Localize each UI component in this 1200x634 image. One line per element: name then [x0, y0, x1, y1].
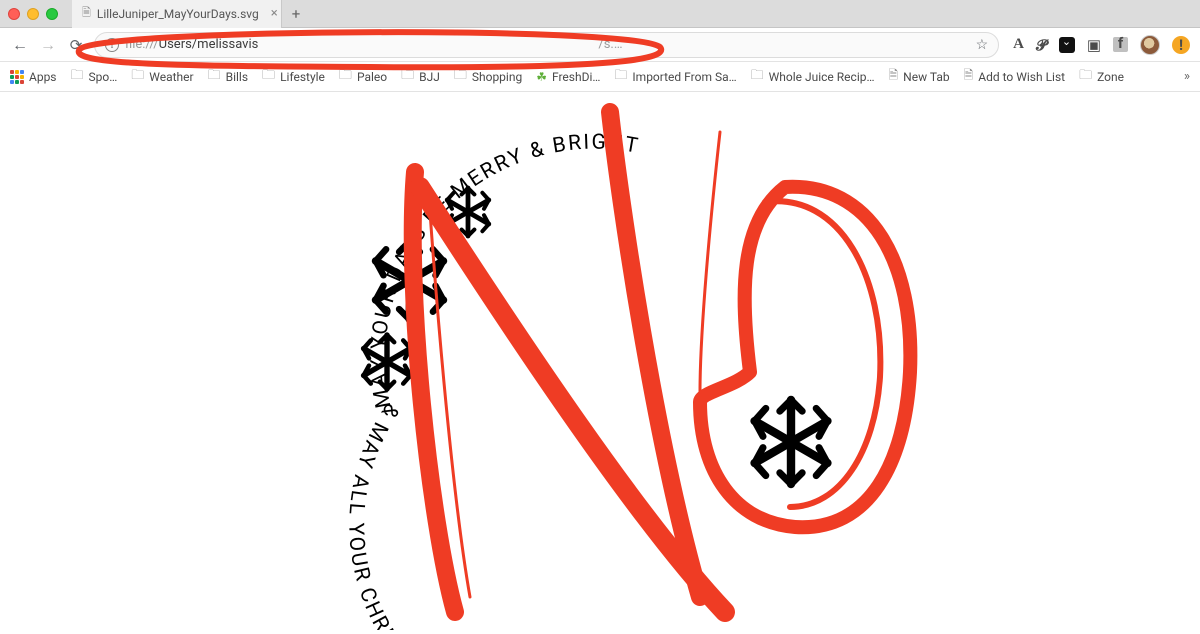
- apps-button[interactable]: Apps: [10, 70, 57, 84]
- tab-title: LilleJuniper_MayYourDays.svg: [97, 7, 259, 21]
- bookmark-item[interactable]: 🗀Imported From Sa…: [614, 66, 736, 88]
- svg-document: MAY YOUR DAYS BE MERRY & BRIGHT & MAY AL…: [0, 92, 1200, 630]
- bookmark-item[interactable]: ☘FreshDi…: [536, 70, 600, 84]
- snowflake-icon: [755, 400, 828, 484]
- bookmarks-bar: Apps 🗀Spo… 🗀Weather 🗀Bills 🗀Lifestyle 🗀P…: [0, 62, 1200, 92]
- bookmark-item[interactable]: 🗀Paleo: [339, 66, 387, 88]
- forward-button[interactable]: →: [38, 35, 58, 55]
- folder-icon: 🗀: [71, 66, 84, 88]
- minimize-window-button[interactable]: [27, 8, 39, 20]
- bookmark-item[interactable]: 🗀Zone: [1079, 66, 1124, 88]
- bookmark-item[interactable]: 🗀Shopping: [454, 66, 522, 88]
- leaf-icon: ☘: [536, 70, 547, 84]
- close-window-button[interactable]: [8, 8, 20, 20]
- reload-button[interactable]: ⟳: [66, 36, 86, 54]
- bookmark-item[interactable]: 🗀Bills: [208, 66, 248, 88]
- facebook-icon[interactable]: f: [1113, 37, 1128, 52]
- extension-icons: A 𝓟 ▣ f !: [1007, 35, 1190, 55]
- page-icon: 🗎: [889, 66, 899, 87]
- folder-icon: 🗀: [751, 66, 764, 88]
- profile-avatar[interactable]: [1140, 35, 1160, 55]
- window-titlebar: 🗎 LilleJuniper_MayYourDays.svg × +: [0, 0, 1200, 28]
- pinterest-icon[interactable]: 𝓟: [1036, 36, 1047, 54]
- address-bar[interactable]: i file:///Users/melissavis/s.… ☆: [94, 32, 999, 58]
- bookmarks-overflow-chevron-icon[interactable]: »: [1184, 69, 1190, 84]
- camera-icon[interactable]: ▣: [1087, 36, 1101, 54]
- traffic-lights: [8, 8, 58, 20]
- browser-tab[interactable]: 🗎 LilleJuniper_MayYourDays.svg ×: [72, 0, 282, 28]
- apps-grid-icon: [10, 70, 24, 84]
- pocket-icon[interactable]: [1059, 37, 1075, 53]
- alert-badge-icon[interactable]: !: [1172, 36, 1190, 54]
- bookmark-item[interactable]: 🗀Weather: [131, 66, 193, 88]
- folder-icon: 🗀: [262, 66, 275, 88]
- svg-bottom-arc-text: & MAY ALL YOUR CHRISTMASES BE WHITE: [343, 399, 574, 630]
- bookmark-item[interactable]: 🗀Lifestyle: [262, 66, 325, 88]
- site-info-icon[interactable]: i: [105, 38, 119, 52]
- page-icon: 🗎: [964, 66, 974, 87]
- bookmark-star-icon[interactable]: ☆: [976, 37, 989, 53]
- page-viewport: MAY YOUR DAYS BE MERRY & BRIGHT & MAY AL…: [0, 92, 1200, 630]
- url-text: file:///Users/melissavis/s.…: [125, 37, 970, 52]
- bookmark-item[interactable]: 🗀Whole Juice Recip…: [751, 66, 875, 88]
- folder-icon: 🗀: [208, 66, 221, 88]
- browser-toolbar: ← → ⟳ i file:///Users/melissavis/s.… ☆ A…: [0, 28, 1200, 62]
- folder-icon: 🗀: [339, 66, 352, 88]
- folder-icon: 🗀: [454, 66, 467, 88]
- folder-icon: 🗀: [401, 66, 414, 88]
- apps-label: Apps: [29, 70, 57, 84]
- folder-icon: 🗀: [614, 66, 627, 88]
- back-button[interactable]: ←: [10, 35, 30, 55]
- bookmark-item[interactable]: 🗀Spo…: [71, 66, 118, 88]
- bookmark-item[interactable]: 🗀BJJ: [401, 66, 440, 88]
- folder-icon: 🗀: [131, 66, 144, 88]
- font-extension-icon[interactable]: A: [1013, 36, 1024, 53]
- page-icon: 🗎: [82, 4, 91, 23]
- new-tab-button[interactable]: +: [282, 5, 310, 23]
- snowflake-icon: [447, 188, 489, 236]
- bookmark-item[interactable]: 🗎New Tab: [889, 66, 950, 87]
- folder-icon: 🗀: [1079, 66, 1092, 88]
- fullscreen-window-button[interactable]: [46, 8, 58, 20]
- close-tab-button[interactable]: ×: [271, 6, 278, 21]
- bookmark-item[interactable]: 🗎Add to Wish List: [964, 66, 1065, 87]
